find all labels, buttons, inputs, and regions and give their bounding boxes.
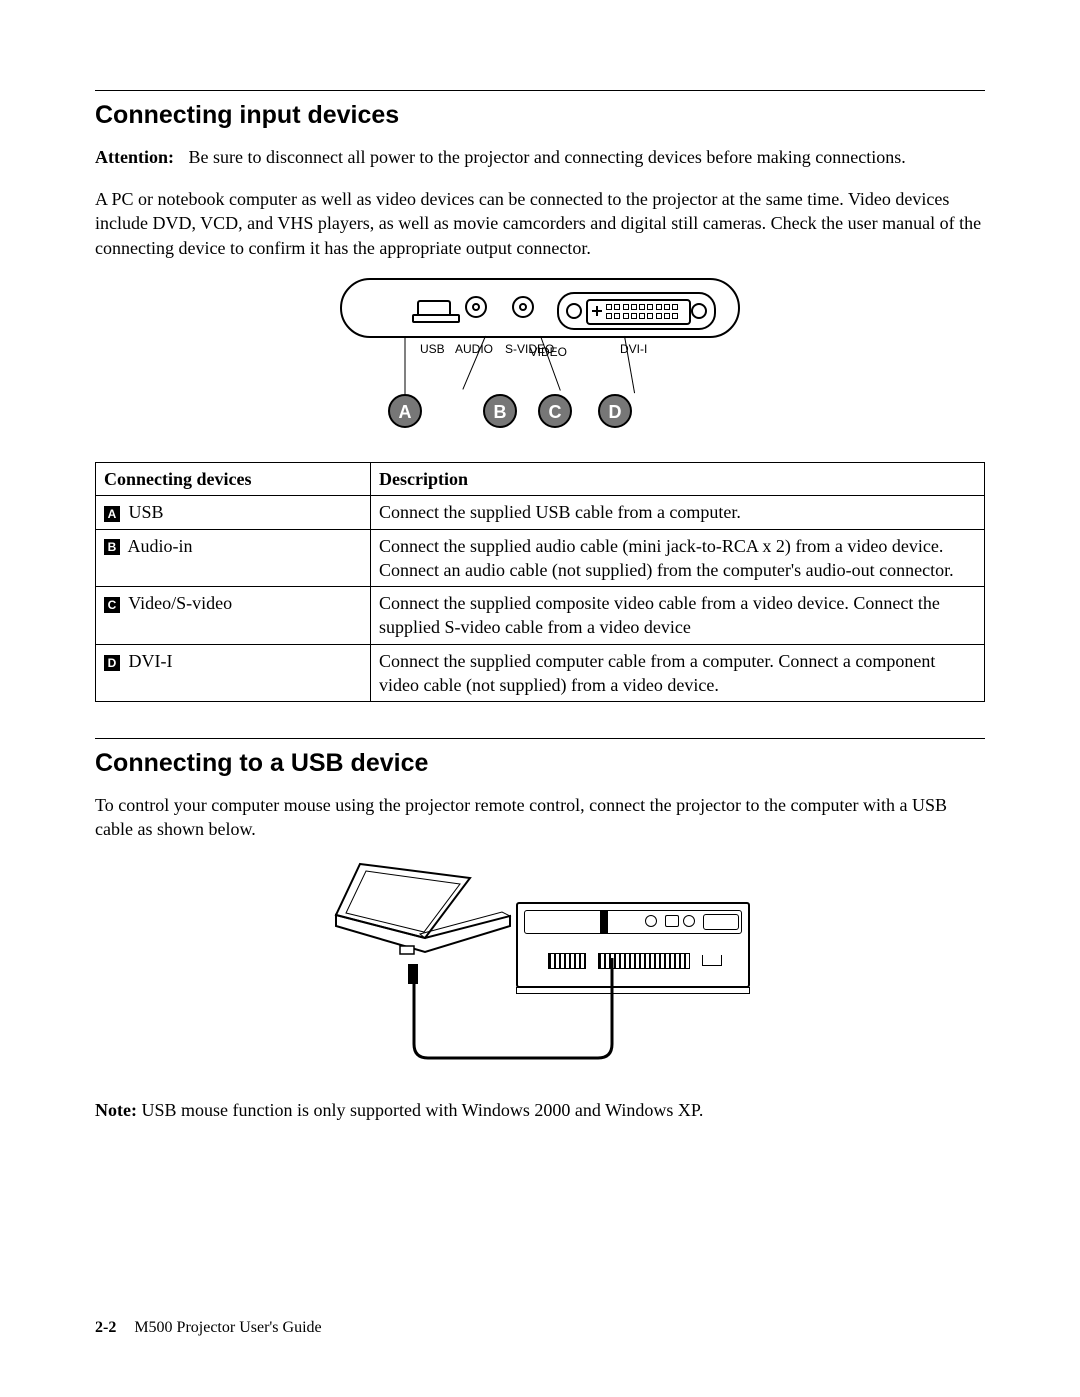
heading-connecting-input-devices: Connecting input devices: [95, 99, 985, 133]
projector-rear-panel-icon: [524, 910, 742, 934]
row-letter-icon: B: [104, 539, 120, 555]
cell-device: B Audio-in: [96, 529, 371, 587]
mini-port-icon: [665, 915, 679, 927]
row-device-name: USB: [129, 502, 164, 522]
panel-outline: [340, 278, 740, 338]
th-devices: Connecting devices: [96, 462, 371, 495]
note-text: USB mouse function is only supported wit…: [141, 1100, 703, 1120]
cell-device: C Video/S-video: [96, 587, 371, 645]
port-labels-row: USB AUDIO VIDEO S-VIDEO DVI-I: [340, 338, 740, 372]
callout-c-letter: C: [540, 400, 570, 424]
cell-description: Connect the supplied audio cable (mini j…: [371, 529, 985, 587]
cell-device: A USB: [96, 496, 371, 529]
callout-row: A B C D: [340, 372, 740, 432]
label-audio: AUDIO: [455, 341, 493, 357]
callout-a-icon: A: [388, 394, 422, 428]
mini-port-icon: [683, 915, 695, 927]
callout-a-letter: A: [390, 400, 420, 424]
callout-b-letter: B: [485, 400, 515, 424]
usb-note-paragraph: Note: USB mouse function is only support…: [95, 1098, 985, 1122]
row-device-name: DVI-I: [129, 651, 173, 671]
label-dvi: DVI-I: [620, 341, 647, 357]
row-letter-icon: A: [104, 506, 120, 522]
dvi-pins-top: [606, 304, 678, 309]
callout-b-icon: B: [483, 394, 517, 428]
callout-d-icon: D: [598, 394, 632, 428]
table-header-row: Connecting devices Description: [96, 462, 985, 495]
heading-connecting-usb-device: Connecting to a USB device: [95, 747, 985, 781]
row-letter-icon: C: [104, 597, 120, 613]
connector-panel-diagram: USB AUDIO VIDEO S-VIDEO DVI-I A B C D: [340, 278, 740, 432]
dvi-screw-left-icon: [566, 303, 582, 319]
usb-cable-icon: [408, 958, 608, 1048]
cell-description: Connect the supplied computer cable from…: [371, 644, 985, 702]
table-row: B Audio-in Connect the supplied audio ca…: [96, 529, 985, 587]
label-usb: USB: [420, 341, 445, 357]
row-device-name: Audio-in: [128, 536, 193, 556]
table-row: C Video/S-video Connect the supplied com…: [96, 587, 985, 645]
dvi-screw-right-icon: [691, 303, 707, 319]
mini-port-icon: [645, 915, 657, 927]
attention-label: Attention:: [95, 147, 174, 167]
th-description: Description: [371, 462, 985, 495]
callout-d-letter: D: [600, 400, 630, 424]
usb-connection-diagram: [330, 860, 750, 1070]
section-divider: [95, 738, 985, 739]
row-device-name: Video/S-video: [128, 593, 232, 613]
dvi-connector-icon: [586, 299, 691, 325]
audio-jack-icon: [465, 296, 487, 318]
usb-intro-paragraph: To control your computer mouse using the…: [95, 793, 985, 842]
table-row: A USB Connect the supplied USB cable fro…: [96, 496, 985, 529]
intro-paragraph: A PC or notebook computer as well as vid…: [95, 187, 985, 260]
dvi-port-icon: [557, 292, 716, 330]
table-row: D DVI-I Connect the supplied computer ca…: [96, 644, 985, 702]
section-divider: [95, 90, 985, 91]
connecting-devices-table: Connecting devices Description A USB Con…: [95, 462, 985, 702]
projector-foot-icon: [702, 955, 722, 966]
dvi-pins-bottom: [606, 313, 678, 318]
row-letter-icon: D: [104, 655, 120, 671]
video-jack-icon: [512, 296, 534, 318]
mini-dvi-icon: [703, 914, 739, 930]
cell-description: Connect the supplied composite video cab…: [371, 587, 985, 645]
cell-device: D DVI-I: [96, 644, 371, 702]
page-number: 2-2: [95, 1319, 116, 1336]
cell-description: Connect the supplied USB cable from a co…: [371, 496, 985, 529]
attention-text: Be sure to disconnect all power to the p…: [189, 147, 906, 167]
callout-c-icon: C: [538, 394, 572, 428]
usb-port-icon: [417, 300, 451, 316]
note-label: Note:: [95, 1100, 137, 1120]
page-footer: 2-2 M500 Projector User's Guide: [95, 1317, 322, 1339]
dvi-cross-icon: [592, 306, 602, 316]
doc-title: M500 Projector User's Guide: [134, 1319, 321, 1336]
attention-paragraph: Attention: Be sure to disconnect all pow…: [95, 145, 985, 169]
usb-plug-right-icon: [600, 910, 608, 934]
